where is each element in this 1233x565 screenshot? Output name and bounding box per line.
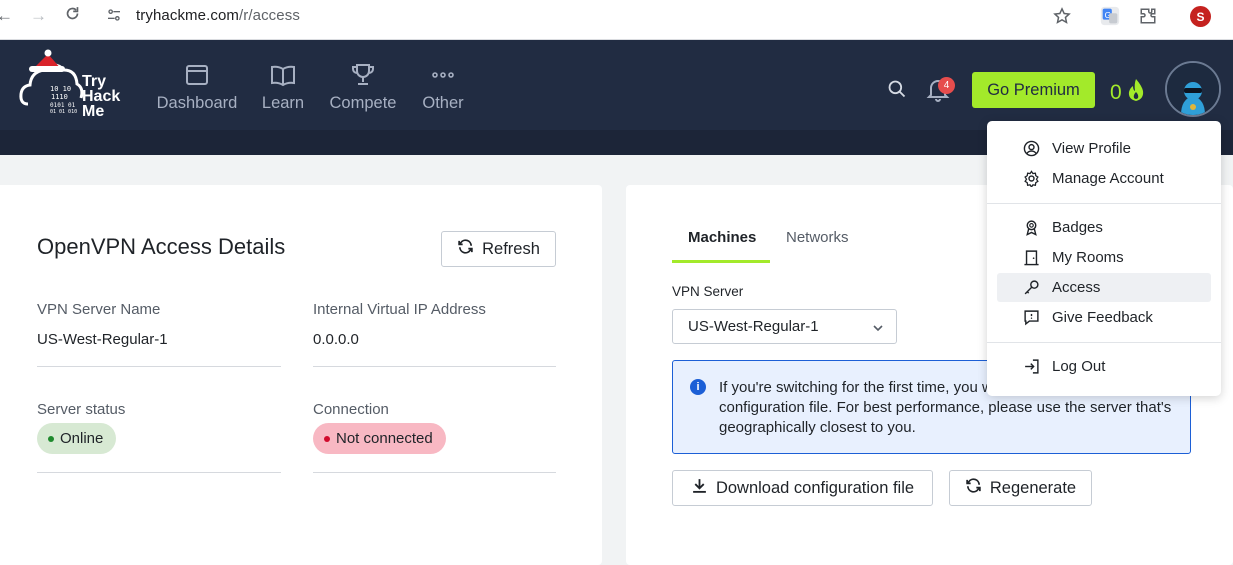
server-status-label: Server status (37, 401, 126, 418)
svg-text:1110: 1110 (51, 93, 68, 101)
menu-item-label: Access (1052, 279, 1101, 296)
download-config-button[interactable]: Download configuration file (672, 470, 933, 506)
go-premium-button[interactable]: Go Premium (972, 72, 1095, 108)
back-icon[interactable]: ← (0, 6, 13, 26)
menu-divider (987, 342, 1221, 343)
menu-item-badges[interactable]: Badges (997, 213, 1211, 242)
menu-item-log-out[interactable]: Log Out (997, 352, 1211, 381)
regenerate-label: Regenerate (989, 478, 1077, 497)
menu-item-label: Log Out (1052, 358, 1106, 375)
forward-icon[interactable]: → (30, 6, 47, 26)
menu-item-label: Badges (1052, 219, 1103, 236)
chevron-down-icon (872, 321, 884, 338)
nav-learn-label: Learn (261, 94, 305, 112)
svg-text:01 01 010: 01 01 010 (50, 109, 77, 115)
menu-divider (987, 203, 1221, 204)
search-icon[interactable] (887, 79, 907, 99)
refresh-icon (457, 238, 474, 260)
regenerate-button[interactable]: Regenerate (949, 470, 1092, 506)
user-circle-icon (1023, 140, 1040, 157)
menu-item-view-profile[interactable]: View Profile (997, 134, 1211, 163)
refresh-button[interactable]: Refresh (441, 231, 556, 267)
vpn-server-label: VPN Server (672, 284, 744, 299)
internal-ip-label: Internal Virtual IP Address (313, 301, 486, 318)
menu-item-label: Manage Account (1052, 170, 1164, 187)
window-icon (152, 62, 242, 90)
vpn-server-name-value: US-West-Regular-1 (37, 331, 168, 348)
vpn-server-selected: US-West-Regular-1 (688, 318, 819, 335)
menu-item-give-feedback[interactable]: Give Feedback (997, 303, 1211, 332)
menu-item-label: Give Feedback (1052, 309, 1153, 326)
gear-icon (1023, 170, 1040, 189)
server-status-value: Online (60, 430, 104, 447)
key-icon (1023, 279, 1040, 296)
nav-learn[interactable]: Learn (238, 62, 328, 113)
svg-text:0101 01: 0101 01 (50, 102, 76, 109)
book-icon (238, 62, 328, 90)
status-dot (324, 435, 330, 442)
door-icon (1023, 249, 1040, 266)
nav-compete[interactable]: Compete (318, 62, 408, 113)
user-avatar[interactable] (1165, 61, 1221, 117)
nav-dashboard[interactable]: Dashboard (152, 62, 242, 113)
bookmark-star-icon[interactable] (1052, 5, 1072, 27)
divider (37, 366, 281, 367)
streak-count: 0 (1110, 81, 1122, 104)
user-dropdown-menu: View Profile Manage Account Badges My Ro… (987, 121, 1221, 396)
nav-other-label: Other (422, 94, 464, 112)
logo-word-hack: Hack (82, 88, 121, 105)
trophy-icon (318, 62, 408, 90)
connection-label: Connection (313, 401, 389, 418)
download-config-label: Download configuration file (715, 478, 915, 497)
dots-icon (398, 62, 488, 90)
status-dot (48, 435, 54, 442)
svg-text:10 10: 10 10 (50, 85, 71, 93)
menu-item-label: View Profile (1052, 140, 1131, 157)
logo-word-try: Try (82, 73, 107, 90)
tab-networks[interactable]: Networks (786, 229, 849, 246)
logout-icon (1023, 358, 1040, 375)
download-icon (691, 477, 708, 499)
reload-icon[interactable] (64, 5, 81, 27)
notification-count-badge: 4 (938, 77, 955, 94)
url-host: tryhackme.com (136, 7, 239, 24)
address-bar[interactable]: tryhackme.com/r/access (136, 7, 300, 24)
refresh-label: Refresh (482, 239, 540, 258)
connection-value: Not connected (336, 430, 433, 447)
logo-word-me: Me (82, 103, 105, 120)
status-badge-online: Online (37, 423, 117, 454)
browser-toolbar: ← → tryhackme.com/r/access G S (0, 0, 1233, 40)
page-title: OpenVPN Access Details (37, 234, 286, 259)
divider (313, 366, 556, 367)
refresh-icon (965, 477, 982, 499)
vpn-server-select[interactable]: US-West-Regular-1 (672, 309, 897, 344)
feedback-icon (1023, 309, 1040, 326)
internal-ip-value: 0.0.0.0 (313, 331, 359, 348)
nav-dashboard-label: Dashboard (156, 94, 238, 112)
info-icon: i (690, 379, 706, 395)
menu-item-manage-account[interactable]: Manage Account (997, 164, 1211, 193)
streak-counter: 0 (1110, 78, 1146, 108)
nav-other[interactable]: Other (398, 62, 488, 113)
flame-icon (1126, 78, 1146, 108)
menu-item-label: My Rooms (1052, 249, 1124, 266)
active-tab-indicator (672, 260, 770, 263)
url-path: /r/access (239, 7, 300, 24)
menu-item-my-rooms[interactable]: My Rooms (997, 243, 1211, 272)
divider (313, 472, 556, 473)
vpn-server-name-label: VPN Server Name (37, 301, 161, 318)
tryhackme-logo[interactable]: 10 10 1110 0101 01 01 01 010 Try Hack Me (18, 48, 136, 124)
extensions-icon[interactable] (1138, 5, 1158, 27)
badge-icon (1023, 219, 1040, 236)
site-settings-icon[interactable] (106, 7, 122, 28)
nav-compete-label: Compete (329, 94, 397, 112)
menu-item-access[interactable]: Access (997, 273, 1211, 302)
divider (37, 472, 281, 473)
status-badge-not-connected: Not connected (313, 423, 446, 454)
tab-machines[interactable]: Machines (688, 229, 756, 246)
logo-wordmark: Try Hack Me (82, 73, 121, 120)
translate-icon[interactable]: G (1099, 5, 1121, 27)
browser-profile-avatar[interactable]: S (1190, 6, 1211, 27)
